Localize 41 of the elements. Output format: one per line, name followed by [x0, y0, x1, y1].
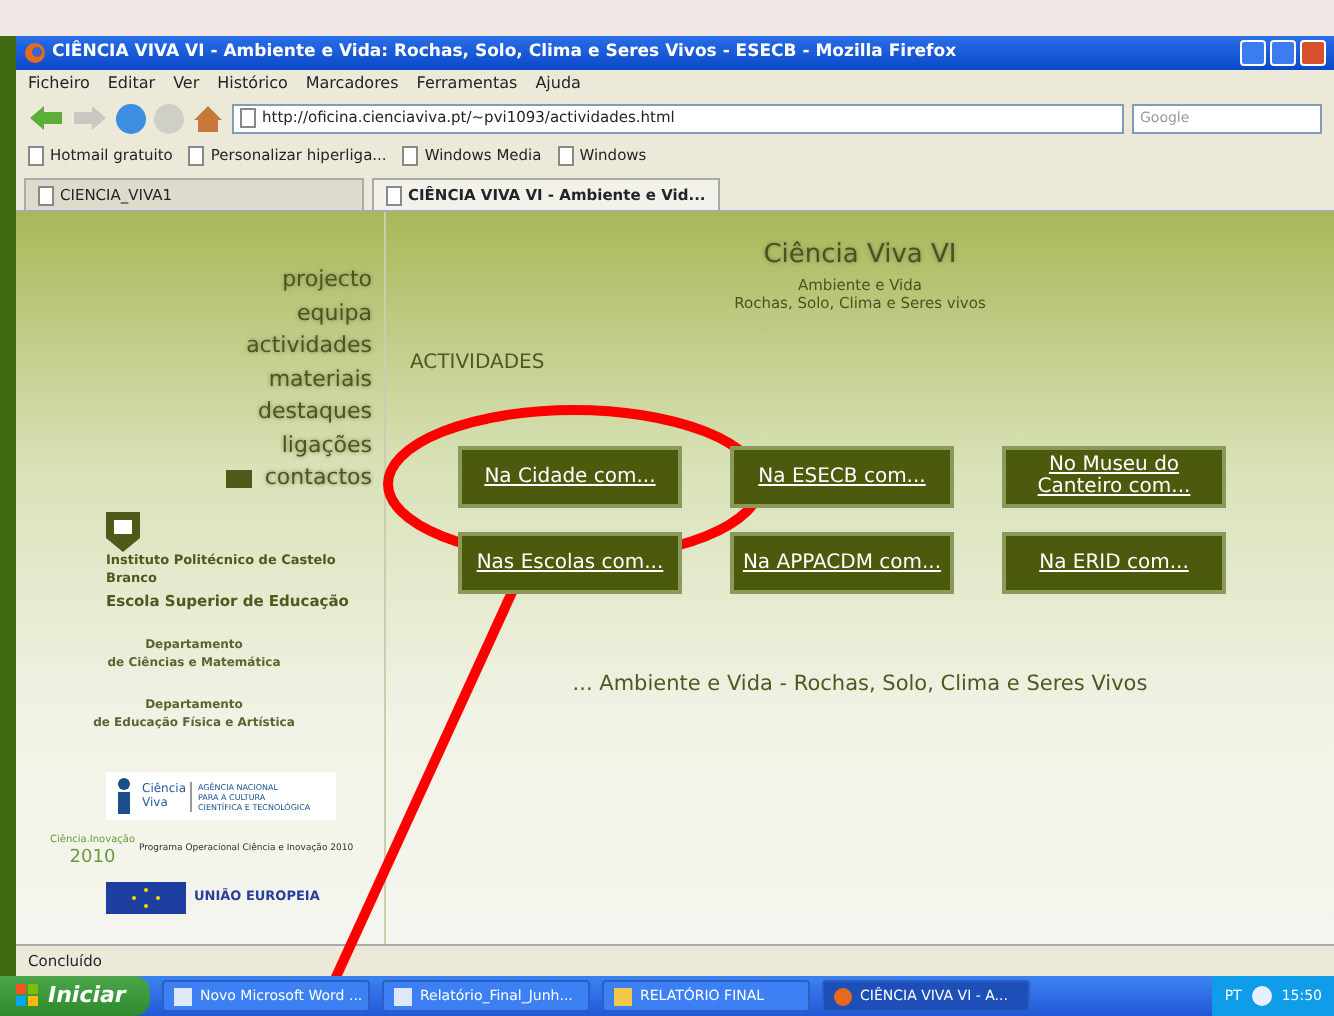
- nav-link[interactable]: materiais: [268, 363, 372, 396]
- nav-link[interactable]: contactos: [226, 462, 372, 495]
- reload-icon[interactable]: [116, 103, 146, 133]
- activity-button[interactable]: Na ESECB com...: [730, 445, 954, 507]
- browser-icon: [834, 987, 852, 1005]
- tagline: ... Ambiente e Vida - Rochas, Solo, Clima e Seres Vivos: [570, 669, 1150, 699]
- activity-button[interactable]: No Museu do Canteiro com...: [1002, 445, 1226, 507]
- minimize-button[interactable]: [1240, 40, 1266, 66]
- home-icon[interactable]: [192, 103, 224, 133]
- activity-button[interactable]: Na Cidade com...: [458, 445, 682, 507]
- envelope-icon: [226, 469, 253, 488]
- nav-link[interactable]: projecto: [282, 264, 372, 297]
- menu-item[interactable]: Histórico: [217, 71, 288, 95]
- activity-button[interactable]: Na ERID com...: [1002, 531, 1226, 593]
- menu-item[interactable]: Editar: [107, 71, 156, 95]
- close-button[interactable]: [1300, 40, 1326, 66]
- start-button[interactable]: Iniciar: [0, 976, 150, 1016]
- restore-button[interactable]: [1270, 40, 1296, 66]
- document-icon: [174, 987, 192, 1005]
- nav-link[interactable]: actividades: [246, 330, 372, 363]
- menu-item[interactable]: Ficheiro: [28, 71, 90, 95]
- firefox-icon: [24, 42, 46, 64]
- section-heading: ACTIVIDADES: [410, 349, 547, 377]
- menu-item[interactable]: Ajuda: [535, 71, 581, 95]
- activity-button[interactable]: Nas Escolas com...: [458, 531, 682, 593]
- folder-icon: [614, 987, 632, 1005]
- shield-logo-icon: [106, 511, 140, 551]
- eu-flag-icon: [106, 882, 186, 915]
- nav-link[interactable]: destaques: [258, 396, 372, 429]
- document-icon: [394, 987, 412, 1005]
- back-arrow-icon[interactable]: [28, 104, 64, 132]
- menu-item[interactable]: Ferramentas: [416, 71, 518, 95]
- windows-logo-icon: [16, 984, 40, 1008]
- nav-link[interactable]: ligações: [281, 429, 372, 462]
- menu-item[interactable]: Marcadores: [305, 71, 399, 95]
- page-title: Ciência Viva VI: [761, 238, 959, 274]
- window-title: CIÊNCIA VIVA VI - Ambiente e Vida: Rochas, Solo, Clima e Seres Vivos - ESECB - Mozilla Firefox: [52, 40, 957, 66]
- nav-link[interactable]: equipa: [296, 297, 372, 330]
- help-icon: [1251, 986, 1272, 1006]
- menu-item[interactable]: Ver: [173, 71, 200, 95]
- activity-button[interactable]: Na APPACDM com...: [730, 531, 954, 593]
